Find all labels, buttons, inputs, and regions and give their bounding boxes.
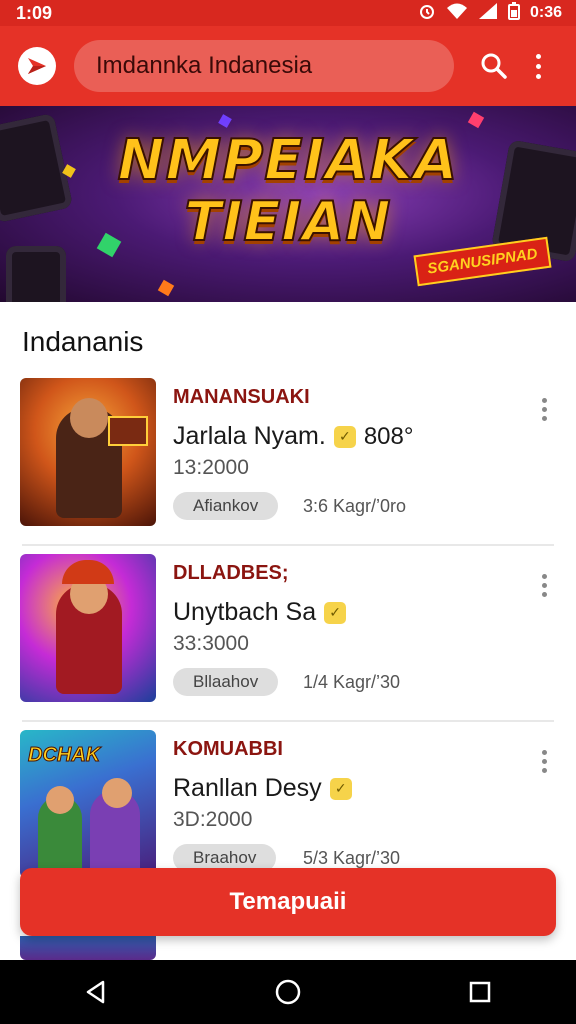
item-category: KOMUABBI xyxy=(173,738,283,760)
item-meta: 5/3 Kagr/’30 xyxy=(303,848,401,868)
verified-badge-icon: ✓ xyxy=(333,425,356,448)
alarm-icon xyxy=(418,2,436,25)
confetti-decoration xyxy=(467,111,485,129)
search-input[interactable]: Imdannka Indanesia xyxy=(74,40,454,92)
item-more-icon[interactable] xyxy=(536,746,552,776)
item-thumbnail[interactable]: DCHAK xyxy=(20,730,156,878)
verified-badge-icon: ✓ xyxy=(329,777,352,800)
item-title-text: Jarlala Nyam. xyxy=(173,422,326,450)
recents-icon[interactable] xyxy=(460,972,500,1012)
status-secondary-time: 0:36 xyxy=(529,4,562,21)
item-date: 13:2000 xyxy=(173,456,249,479)
list-item[interactable]: MANANSUAKI Jarlala Nyam. ✓ 808° 13:2000 … xyxy=(0,370,576,546)
item-date: 3D:2000 xyxy=(173,808,253,831)
item-more-icon[interactable] xyxy=(536,394,552,424)
item-title-text: Ranllan Desy xyxy=(173,774,322,802)
signal-icon xyxy=(478,2,498,25)
item-badge[interactable]: Bllaahov xyxy=(173,668,279,696)
item-title: Jarlala Nyam. ✓ 808° xyxy=(173,422,413,451)
item-category: DLLADBES; xyxy=(173,562,289,584)
more-vert-icon[interactable] xyxy=(526,48,550,84)
item-more-icon[interactable] xyxy=(536,570,552,600)
verified-badge-icon: ✓ xyxy=(324,601,347,624)
item-title-text: Unytbach Sa xyxy=(173,598,317,626)
primary-action-button[interactable]: Temapuaii xyxy=(20,868,556,936)
status-bar: 1:09 0:36 xyxy=(0,0,576,26)
app-bar: Imdannka Indanesia xyxy=(0,26,576,106)
system-nav-bar xyxy=(0,960,576,1024)
back-icon[interactable] xyxy=(76,972,116,1012)
search-icon[interactable] xyxy=(476,48,512,84)
list-item[interactable]: DLLADBES; Unytbach Sa ✓ 33:3000 Bllaahov… xyxy=(0,546,576,722)
item-title: Ranllan Desy ✓ xyxy=(173,774,352,803)
item-title-extra: 808° xyxy=(363,422,414,450)
search-input-text: Imdannka Indanesia xyxy=(96,52,313,79)
screen: 1:09 0:36 Imdannka Indanesia NMPEIAKA TI… xyxy=(0,0,576,1024)
battery-icon xyxy=(507,1,520,25)
item-thumbnail[interactable] xyxy=(20,554,156,702)
item-meta: 3:6 Kagr/’0ro xyxy=(303,496,407,516)
confetti-decoration xyxy=(218,114,232,128)
section-title: Indananis xyxy=(22,326,144,357)
promo-banner[interactable]: NMPEIAKA TIEIAN SGANUSIPNAD xyxy=(0,106,576,302)
item-category: MANANSUAKI xyxy=(173,386,310,408)
app-logo-icon[interactable] xyxy=(18,47,56,85)
item-thumbnail-peek xyxy=(20,936,156,960)
banner-title-line1: NMPEIAKA xyxy=(117,127,459,194)
banner-title-line2: TIEIAN xyxy=(184,189,392,254)
item-title: Unytbach Sa ✓ xyxy=(173,598,347,627)
video-list: MANANSUAKI Jarlala Nyam. ✓ 808° 13:2000 … xyxy=(0,370,576,898)
item-meta: 1/4 Kagr/’30 xyxy=(303,672,401,692)
confetti-decoration xyxy=(157,279,175,297)
item-date: 33:3000 xyxy=(173,632,249,655)
item-badge[interactable]: Afiankov xyxy=(173,492,279,520)
thumb-label: DCHAK xyxy=(27,744,101,767)
status-icons: 0:36 xyxy=(418,1,562,25)
wifi-icon xyxy=(446,2,468,25)
status-time: 1:09 xyxy=(16,2,53,23)
home-icon[interactable] xyxy=(268,972,308,1012)
item-thumbnail[interactable] xyxy=(20,378,156,526)
speaker-decoration xyxy=(6,246,66,302)
